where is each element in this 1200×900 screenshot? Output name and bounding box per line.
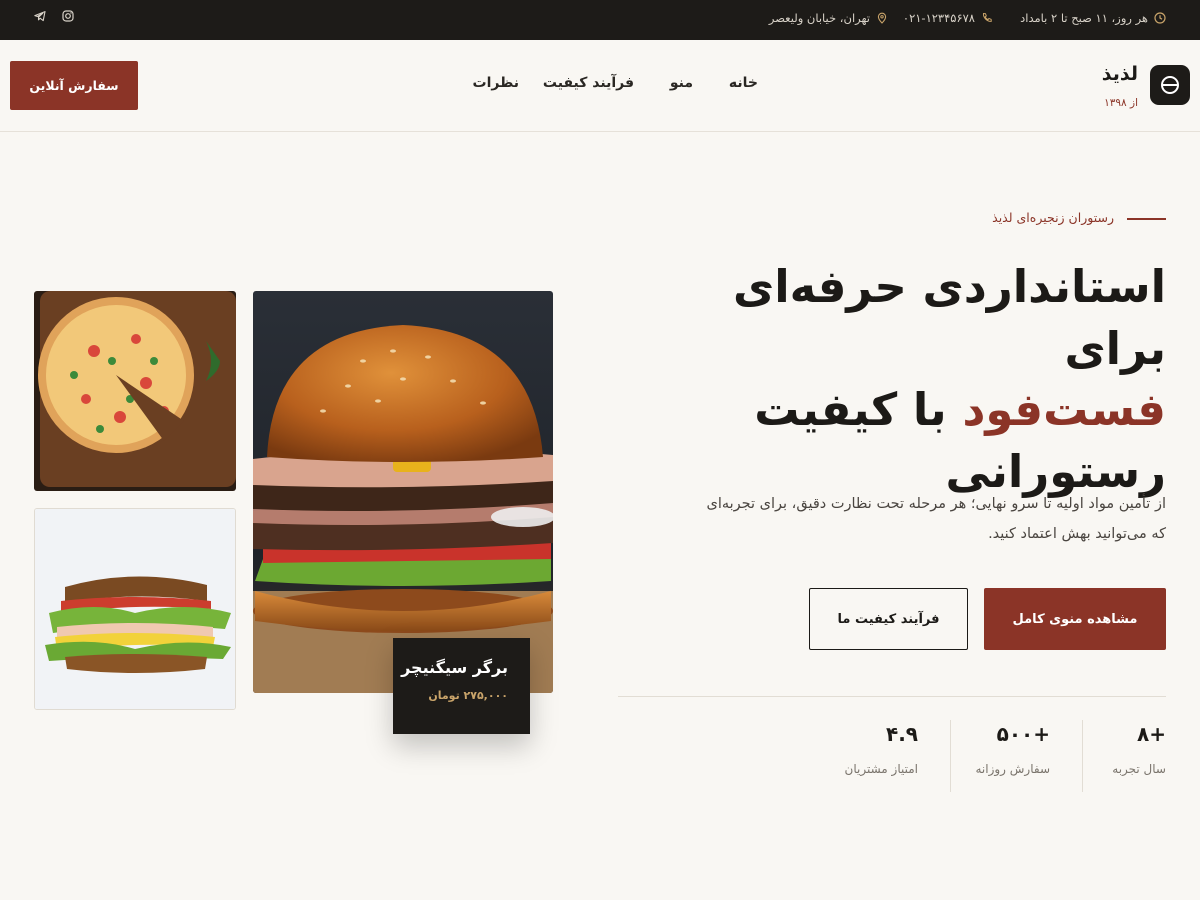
telegram-icon[interactable] [33,9,47,23]
featured-item-name: برگر سیگنیچر [401,658,508,677]
main-header: لذیذ از ۱۳۹۸ خانه منو فرآیند کیفیت نظرات… [0,40,1200,132]
logo-icon [1161,76,1179,94]
quality-process-button[interactable]: فرآیند کیفیت ما [809,588,968,650]
hero-eyebrow: رستوران زنجیره‌ای لذیذ [992,210,1114,225]
featured-item-price: ۲۷۵,۰۰۰ تومان [428,689,508,702]
stats-divider [618,696,1166,697]
hero-title-line1: استانداردی حرفه‌ای برای [732,260,1166,375]
top-info-bar: هر روز، ۱۱ صبح تا ۲ بامداد ۰۲۱-۱۲۳۴۵۶۷۸ … [0,0,1200,40]
nav-item-home[interactable]: خانه [729,75,758,91]
burger-image [253,291,553,693]
online-order-button[interactable]: سفارش آنلاین [10,61,138,110]
hero-title-accent: فست‌فود [962,383,1166,437]
stat-experience: +۸ سال تجربه [1112,722,1166,776]
phone-icon [982,12,992,22]
phone-number-text: ۰۲۱-۱۲۳۴۵۶۷۸ [902,11,975,25]
hero-title: استانداردی حرفه‌ای برای فست‌فود با کیفیت… [646,256,1166,503]
featured-item-card[interactable]: برگر سیگنیچر ۲۷۵,۰۰۰ تومان [393,638,530,734]
stat-label: امتیاز مشتریان [844,762,918,776]
stat-value: ۴.۹ [885,722,918,746]
brand-name[interactable]: لذیذ [1102,63,1138,85]
hero-description: از تأمین مواد اولیه تا سرو نهایی؛ هر مرح… [706,496,1166,542]
stat-separator [950,720,951,792]
nav-item-reviews[interactable]: نظرات [473,75,519,91]
nav-item-menu[interactable]: منو [670,75,693,91]
stat-daily-orders: +۵۰۰ سفارش روزانه [975,722,1050,776]
stat-value: +۸ [1137,722,1166,746]
logo-mark[interactable] [1150,65,1190,105]
clock-icon [1154,12,1166,24]
instagram-icon[interactable] [61,9,75,23]
phone-number[interactable]: ۰۲۱-۱۲۳۴۵۶۷۸ [903,11,993,25]
address: تهران، خیابان ولیعصر [769,11,888,25]
stat-label: سال تجربه [1112,762,1166,776]
nav-item-quality-process[interactable]: فرآیند کیفیت [543,75,634,91]
opening-hours: هر روز، ۱۱ صبح تا ۲ بامداد [1020,11,1166,25]
sandwich-image [34,508,236,710]
pizza-image [34,291,236,491]
eyebrow-line [1127,218,1166,220]
opening-hours-text: هر روز، ۱۱ صبح تا ۲ بامداد [1020,11,1148,25]
brand-since: از ۱۳۹۸ [1104,97,1138,109]
stat-customer-rating: ۴.۹ امتیاز مشتریان [845,722,918,776]
view-full-menu-button[interactable]: مشاهده منوی کامل [984,588,1166,650]
stat-label: سفارش روزانه [975,762,1050,776]
stat-value: +۵۰۰ [996,722,1050,746]
location-pin-icon [877,12,887,24]
address-text: تهران، خیابان ولیعصر [768,11,870,25]
hero-title-line2: با کیفیت [754,383,963,437]
stat-separator [1082,720,1083,792]
